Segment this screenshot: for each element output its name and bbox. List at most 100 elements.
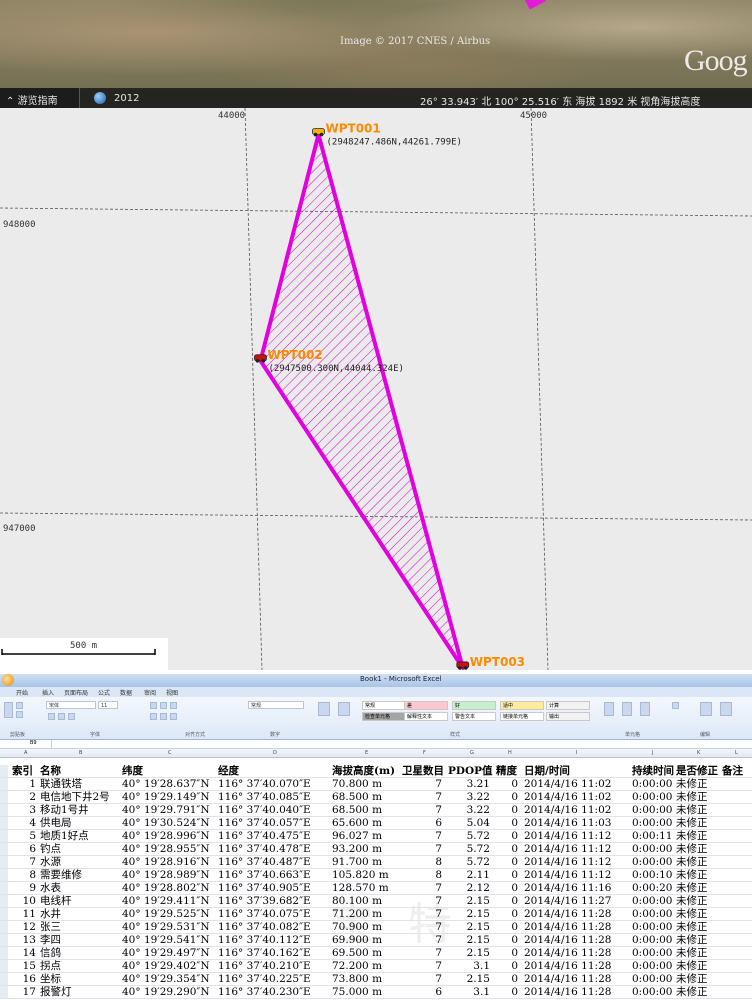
row-number[interactable] bbox=[0, 973, 8, 985]
table-cell[interactable]: 16 bbox=[12, 973, 36, 985]
table-cell[interactable]: 0 bbox=[496, 908, 518, 920]
table-cell[interactable]: 未修正 bbox=[676, 778, 708, 790]
row-number[interactable] bbox=[0, 921, 8, 933]
table-cell[interactable]: 3 bbox=[12, 804, 36, 816]
table-cell[interactable]: 2.11 bbox=[448, 869, 490, 881]
cell-style-1[interactable]: 差 bbox=[404, 701, 448, 710]
cell-style-5[interactable]: 检查单元格 bbox=[362, 712, 406, 721]
table-cell[interactable]: 72.200 m bbox=[332, 960, 396, 972]
table-cell[interactable]: 0 bbox=[496, 973, 518, 985]
table-cell[interactable]: 0:00:00 bbox=[632, 895, 672, 907]
table-cell[interactable]: 未修正 bbox=[676, 817, 708, 829]
table-cell[interactable]: 71.200 m bbox=[332, 908, 396, 920]
table-cell[interactable]: 未修正 bbox=[676, 934, 708, 946]
table-cell[interactable]: 116° 37′40.210″E bbox=[218, 960, 311, 972]
table-cell[interactable]: 2014/4/16 11:28 bbox=[524, 960, 611, 972]
table-cell[interactable]: 116° 37′40.230″E bbox=[218, 986, 311, 998]
column-header[interactable]: 海拔高度(m) bbox=[332, 765, 395, 777]
table-cell[interactable]: 0 bbox=[496, 960, 518, 972]
table-cell[interactable]: 0:00:00 bbox=[632, 986, 672, 998]
row-number[interactable] bbox=[0, 908, 8, 920]
table-cell[interactable]: 0 bbox=[496, 895, 518, 907]
table-cell[interactable]: 未修正 bbox=[676, 895, 708, 907]
survey-area-polygon[interactable] bbox=[258, 132, 465, 670]
cut-icon[interactable] bbox=[16, 702, 23, 709]
column-letter[interactable]: D bbox=[273, 750, 277, 756]
table-cell[interactable]: 8 bbox=[12, 869, 36, 881]
table-cell[interactable]: 40° 19′29.791″N bbox=[122, 804, 210, 816]
table-cell[interactable]: 5.72 bbox=[448, 830, 490, 842]
table-cell[interactable]: 电信地下井2号 bbox=[40, 791, 110, 803]
row-number[interactable] bbox=[0, 791, 8, 803]
table-cell[interactable]: 2014/4/16 11:28 bbox=[524, 934, 611, 946]
row-number[interactable] bbox=[0, 778, 8, 790]
cell-style-2[interactable]: 好 bbox=[452, 701, 496, 710]
table-cell[interactable]: 0 bbox=[496, 947, 518, 959]
tab-home[interactable]: 开始 bbox=[16, 688, 28, 697]
tab-data[interactable]: 数据 bbox=[120, 688, 132, 697]
row-number[interactable] bbox=[0, 830, 8, 842]
table-cell[interactable]: 40° 19′28.802″N bbox=[122, 882, 210, 894]
table-cell[interactable]: 2014/4/16 11:28 bbox=[524, 921, 611, 933]
table-cell[interactable]: 8 bbox=[402, 869, 442, 881]
table-cell[interactable]: 116° 37′40.478″E bbox=[218, 843, 311, 855]
tab-review[interactable]: 审阅 bbox=[144, 688, 156, 697]
table-cell[interactable]: 3.22 bbox=[448, 804, 490, 816]
column-letter[interactable]: K bbox=[697, 750, 700, 756]
table-row[interactable]: 17 报警灯 40° 19′29.290″N 116° 37′40.230″E 75.0… bbox=[0, 986, 752, 999]
cell-style-8[interactable]: 链接单元格 bbox=[500, 712, 544, 721]
column-letter[interactable]: E bbox=[365, 750, 368, 756]
table-cell[interactable]: 40° 19′28.637″N bbox=[122, 778, 210, 790]
column-header[interactable]: 是否修正 bbox=[676, 765, 718, 777]
table-cell[interactable]: 91.700 m bbox=[332, 856, 396, 868]
column-letter[interactable]: H bbox=[508, 750, 512, 756]
table-cell[interactable]: 6 bbox=[12, 843, 36, 855]
table-cell[interactable]: 0 bbox=[496, 804, 518, 816]
table-cell[interactable]: 40° 19′29.402″N bbox=[122, 960, 210, 972]
table-cell[interactable]: 116° 37′40.225″E bbox=[218, 973, 311, 985]
table-cell[interactable]: 未修正 bbox=[676, 791, 708, 803]
table-cell[interactable]: 联通铁塔 bbox=[40, 778, 82, 790]
table-cell[interactable]: 6 bbox=[402, 817, 442, 829]
table-cell[interactable]: 0:00:00 bbox=[632, 908, 672, 920]
column-header[interactable]: 备注 bbox=[722, 765, 743, 777]
align-center-icon[interactable] bbox=[160, 713, 167, 720]
table-cell[interactable]: 0:00:00 bbox=[632, 856, 672, 868]
table-cell[interactable]: 3.21 bbox=[448, 778, 490, 790]
column-letter[interactable]: I bbox=[576, 750, 577, 756]
delete-cells-icon[interactable] bbox=[622, 702, 632, 716]
table-cell[interactable]: 0:00:00 bbox=[632, 921, 672, 933]
table-cell[interactable]: 2014/4/16 11:02 bbox=[524, 791, 611, 803]
underline-icon[interactable] bbox=[68, 713, 75, 720]
table-cell[interactable]: 5.72 bbox=[448, 856, 490, 868]
table-cell[interactable]: 2014/4/16 11:16 bbox=[524, 882, 611, 894]
table-cell[interactable]: 5 bbox=[12, 830, 36, 842]
table-cell[interactable]: 0 bbox=[496, 830, 518, 842]
table-cell[interactable]: 96.027 m bbox=[332, 830, 396, 842]
table-cell[interactable]: 116° 37′40.905″E bbox=[218, 882, 311, 894]
table-cell[interactable]: 73.800 m bbox=[332, 973, 396, 985]
column-header[interactable]: 名称 bbox=[40, 765, 61, 777]
align-left-icon[interactable] bbox=[150, 713, 157, 720]
table-cell[interactable]: 0:00:10 bbox=[632, 869, 672, 881]
table-cell[interactable]: 报警灯 bbox=[40, 986, 72, 998]
table-cell[interactable]: 供电局 bbox=[40, 817, 72, 829]
office-button-icon[interactable] bbox=[2, 674, 14, 686]
table-cell[interactable]: 65.600 m bbox=[332, 817, 396, 829]
table-cell[interactable]: 2.15 bbox=[448, 973, 490, 985]
table-cell[interactable]: 0 bbox=[496, 869, 518, 881]
column-header[interactable]: 经度 bbox=[218, 765, 239, 777]
table-cell[interactable]: 7 bbox=[402, 882, 442, 894]
row-number[interactable] bbox=[0, 856, 8, 868]
row-number[interactable] bbox=[0, 817, 8, 829]
table-row[interactable]: 8 需要维修 40° 19′28.989″N 116° 37′40.663″E 105.… bbox=[0, 869, 752, 882]
table-cell[interactable]: 7 bbox=[402, 960, 442, 972]
waypoint-map[interactable]: 44000 45000 948000 947000 WPT001 (2948247… bbox=[0, 108, 752, 670]
cell-style-7[interactable]: 警告文本 bbox=[452, 712, 496, 721]
table-cell[interactable]: 40° 19′29.541″N bbox=[122, 934, 210, 946]
table-cell[interactable]: 0:00:11 bbox=[632, 830, 672, 842]
table-cell[interactable]: 75.000 m bbox=[332, 986, 396, 998]
column-header[interactable]: 卫星数目 bbox=[402, 765, 444, 777]
table-cell[interactable]: 116° 37′40.082″E bbox=[218, 921, 311, 933]
table-cell[interactable]: 未修正 bbox=[676, 973, 708, 985]
